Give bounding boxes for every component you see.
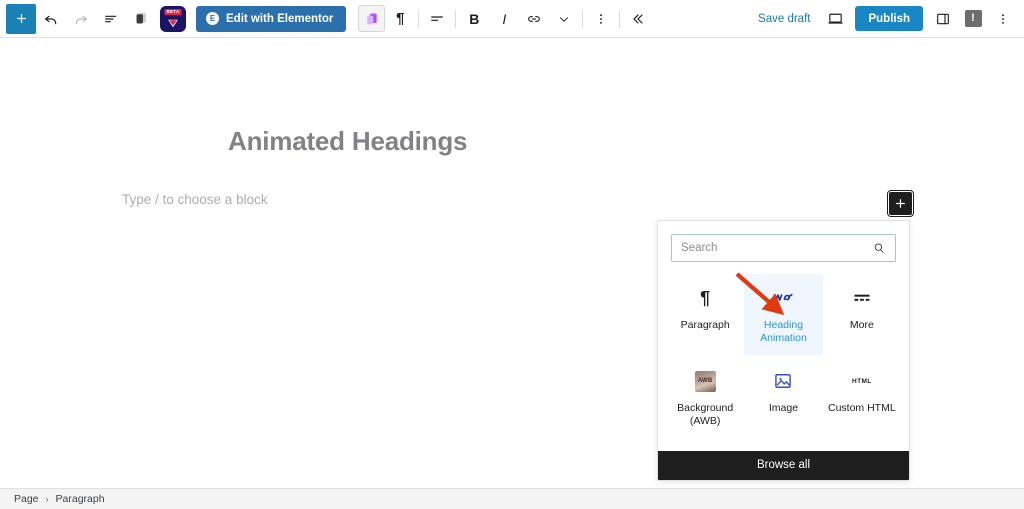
- search-icon: [872, 241, 886, 255]
- beta-badge-label: BETA: [164, 8, 182, 16]
- block-tile-heading-animation[interactable]: Heading Animation: [744, 274, 823, 356]
- elementor-logo-icon: E: [206, 12, 219, 25]
- preview-icon[interactable]: [820, 3, 850, 35]
- selected-block-icon[interactable]: [358, 5, 386, 32]
- paragraph-block-placeholder[interactable]: Type / to choose a block: [122, 192, 268, 207]
- toolbar-divider: [455, 9, 457, 28]
- block-inserter-popover: Search ¶ Paragraph Heading Animation Mor…: [657, 220, 910, 481]
- block-tile-background-awb[interactable]: AWB Background (AWB): [666, 357, 744, 438]
- block-tile-label: Paragraph: [680, 319, 730, 331]
- block-options-icon[interactable]: [586, 3, 616, 35]
- publish-button[interactable]: Publish: [855, 6, 923, 31]
- edit-with-elementor-button[interactable]: E Edit with Elementor: [196, 5, 347, 32]
- browse-all-button[interactable]: Browse all: [658, 450, 909, 480]
- toolbar-divider: [619, 9, 621, 28]
- block-tile-label-line2: (AWB): [689, 415, 721, 428]
- more-icon: [852, 285, 872, 311]
- pilcrow-glyph: ¶: [396, 10, 405, 27]
- toolbar-right-group: Save draft Publish !: [748, 0, 1024, 38]
- clipboard-blocks-icon: [367, 13, 377, 24]
- toolbar-divider: [418, 9, 420, 28]
- block-tile-label-line1: Heading: [763, 319, 804, 331]
- html-icon: HTML: [852, 377, 872, 385]
- block-type-grid: ¶ Paragraph Heading Animation More AWB B…: [658, 268, 909, 451]
- settings-sidebar-icon[interactable]: [928, 3, 958, 35]
- heading-animation-icon: [772, 285, 794, 311]
- block-tile-label: Custom HTML: [827, 402, 896, 415]
- toolbar-divider: [582, 9, 584, 28]
- bold-button[interactable]: B: [459, 3, 489, 35]
- page-title[interactable]: Animated Headings: [228, 126, 468, 157]
- toolbar-left-group: BETA E Edit with Elementor ¶ B I: [0, 0, 653, 38]
- paragraph-block-type-icon[interactable]: ¶: [385, 3, 415, 35]
- block-tile-more[interactable]: More: [823, 274, 901, 355]
- block-tile-image[interactable]: Image: [744, 357, 822, 438]
- more-options-icon[interactable]: [988, 3, 1018, 35]
- paragraph-icon: ¶: [700, 288, 711, 308]
- edit-with-elementor-label: Edit with Elementor: [226, 12, 334, 25]
- notice-badge: !: [964, 10, 982, 27]
- list-view-icon[interactable]: [96, 3, 126, 35]
- document-details-icon[interactable]: [126, 3, 156, 35]
- chevron-down-icon[interactable]: [549, 3, 579, 35]
- block-tile-custom-html[interactable]: HTML Custom HTML: [823, 357, 901, 438]
- bold-label: B: [469, 10, 480, 27]
- search-input[interactable]: Search: [671, 234, 896, 262]
- notices-icon[interactable]: !: [958, 3, 988, 35]
- beta-heart-glyph: [168, 19, 178, 27]
- block-tile-label-line2: Animation: [760, 332, 807, 345]
- beta-plugin-icon[interactable]: BETA: [160, 5, 186, 32]
- block-tile-paragraph[interactable]: ¶ Paragraph: [666, 274, 744, 355]
- redo-icon[interactable]: [66, 3, 96, 35]
- breadcrumb-item-page[interactable]: Page: [14, 493, 39, 505]
- breadcrumb-item-paragraph[interactable]: Paragraph: [56, 493, 105, 505]
- undo-icon[interactable]: [36, 3, 66, 35]
- save-draft-button[interactable]: Save draft: [748, 13, 820, 25]
- inserter-search-wrap: Search: [658, 221, 909, 268]
- search-placeholder: Search: [681, 242, 718, 254]
- awb-thumbnail-icon: AWB: [694, 368, 716, 394]
- block-tile-label: Background (AWB): [677, 402, 733, 428]
- inline-block-inserter-button[interactable]: [887, 190, 914, 217]
- italic-button[interactable]: I: [489, 3, 519, 35]
- collapse-toolbar-icon[interactable]: [623, 3, 653, 35]
- align-left-icon[interactable]: [422, 3, 452, 35]
- editor-canvas: Animated Headings Type / to choose a blo…: [0, 38, 1024, 488]
- block-tile-label: Image: [768, 402, 799, 415]
- link-icon[interactable]: [519, 3, 549, 35]
- block-tile-label: More: [849, 319, 874, 331]
- breadcrumb-separator: ›: [45, 494, 49, 504]
- block-tile-label: Heading Animation: [760, 319, 807, 345]
- italic-label: I: [502, 10, 507, 27]
- block-tile-label-line1: Background: [677, 402, 734, 415]
- editor-top-toolbar: BETA E Edit with Elementor ¶ B I Save dr…: [0, 0, 1024, 38]
- add-block-button[interactable]: [6, 3, 36, 34]
- editor-footer-breadcrumb-bar: Page › Paragraph: [0, 488, 1024, 509]
- image-icon: [773, 368, 793, 394]
